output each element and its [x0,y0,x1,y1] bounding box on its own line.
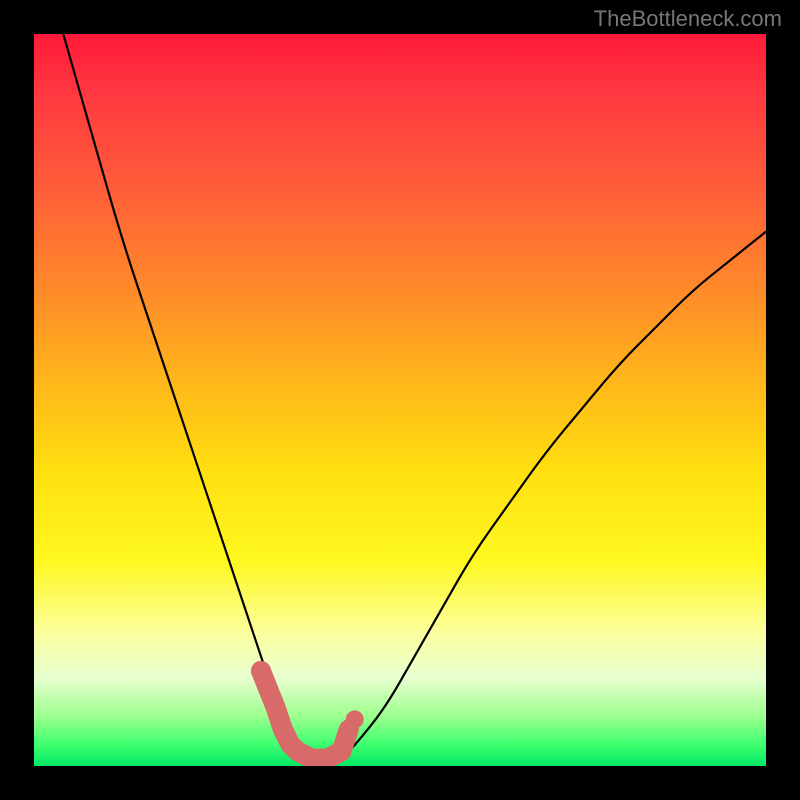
valley-marker-dot [346,710,364,728]
curve-svg [34,34,766,766]
bottleneck-curve-path [63,34,766,764]
valley-marker-line [261,671,349,759]
plot-area [34,34,766,766]
watermark-label: TheBottleneck.com [594,6,782,32]
valley-marker-group [261,671,364,759]
